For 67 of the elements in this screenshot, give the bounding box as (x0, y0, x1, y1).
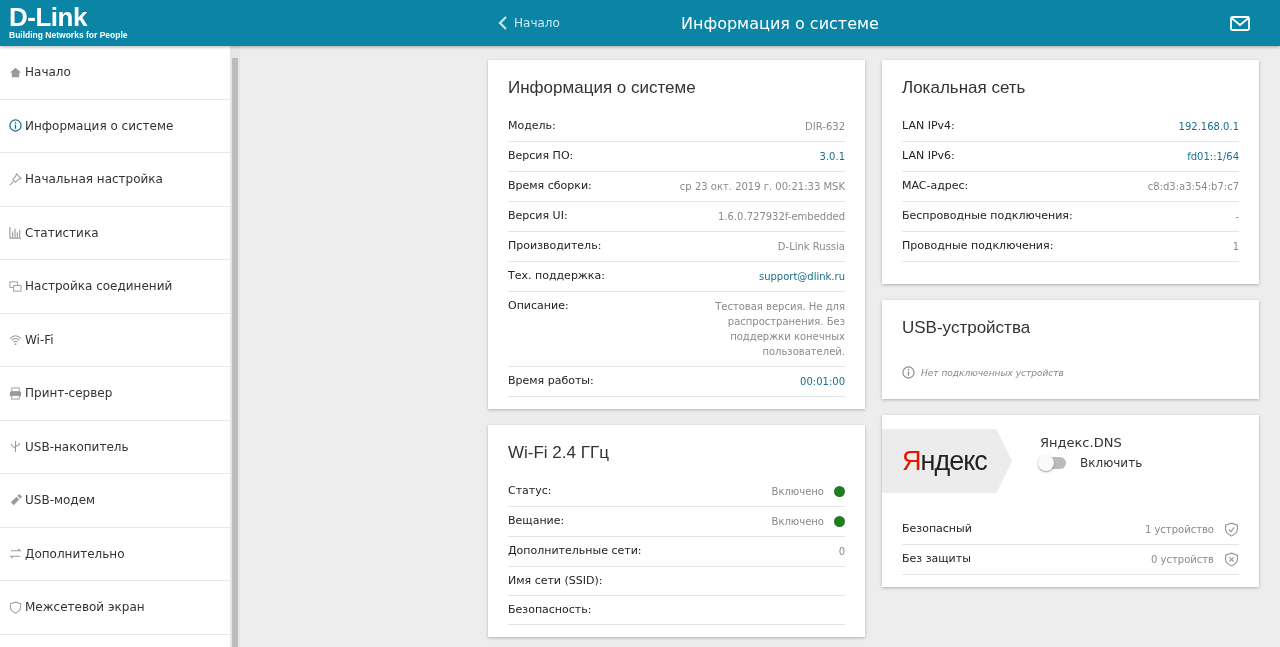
value-link[interactable]: 3.0.1 (819, 149, 845, 164)
pin-icon (9, 172, 22, 186)
value-link[interactable]: support@dlink.ru (758, 269, 845, 284)
field-label: Проводные подключения: (902, 239, 1054, 252)
field-label: Статус: (508, 484, 552, 497)
shield-cross-icon (1224, 552, 1239, 567)
field-label: Версия UI: (508, 209, 568, 222)
service-name: Яндекс.DNS (1040, 435, 1123, 450)
chevron-left-icon (498, 15, 508, 31)
value-link[interactable]: 192.168.0.1 (1178, 119, 1239, 134)
field-value: - (1235, 210, 1239, 224)
value-link[interactable]: 00:01:00 (800, 374, 845, 389)
bar-chart-icon (9, 226, 22, 240)
field-label: Время работы: (508, 374, 594, 387)
home-icon (9, 65, 22, 79)
toggle-switch[interactable] (1040, 457, 1066, 469)
usb-stick-icon (9, 493, 22, 507)
field-label: Дополнительные сети: (508, 544, 642, 557)
field-label: Без защиты (902, 552, 971, 565)
value-link[interactable]: fd01::1/64 (1187, 149, 1239, 164)
shield-check-icon (1224, 522, 1239, 537)
page-title: Информация о системе (680, 13, 879, 33)
field-label: Тех. поддержка: (508, 269, 605, 282)
field-label: Производитель: (508, 239, 602, 252)
card-title: USB-устройства (902, 318, 1032, 338)
field-label: Беспроводные подключения: (902, 209, 1073, 222)
field-value: c8:d3:a3:54:b7:c7 (1147, 180, 1239, 194)
field-value: 0 (838, 545, 845, 559)
info-icon (9, 119, 22, 133)
printer-icon (9, 386, 22, 400)
field-value: ср 23 окт. 2019 г. 00:21:33 MSK (679, 180, 845, 194)
field-label: Вещание: (508, 514, 565, 527)
field-value: 1.6.0.727932f-embedded (718, 210, 845, 224)
field-label: Версия ПО: (508, 149, 574, 162)
yandex-logo: Яндекс (882, 429, 1012, 493)
field-value: 1 устройство (1144, 523, 1214, 537)
scrollbar-thumb[interactable] (232, 58, 238, 647)
logo-tagline: Building Networks for People (9, 30, 128, 40)
field-value: Включено (771, 485, 824, 499)
card-title: Wi-Fi 2.4 ГГц (508, 443, 610, 463)
field-value: DIR-632 (805, 120, 845, 134)
field-label: Модель: (508, 119, 556, 132)
arrows-icon (9, 547, 22, 561)
field-label: Безопасность: (508, 603, 592, 616)
monitors-icon (9, 279, 22, 293)
field-value: 0 устройств (1151, 553, 1214, 567)
card-title: Информация о системе (508, 78, 697, 98)
field-label: LAN IPv4: (902, 119, 955, 132)
wifi-icon (9, 333, 22, 347)
field-value: Включено (771, 515, 824, 529)
brand-logo: D-Link (9, 4, 87, 30)
shield-icon (9, 600, 22, 614)
field-value: Тестовая версия. Не для распространения. Без поддержки конечных пользователей. (714, 300, 845, 359)
toggle-label: Включить (1080, 456, 1143, 470)
mail-icon[interactable] (1230, 15, 1250, 31)
usb-icon (9, 440, 22, 454)
field-label: MAC-адрес: (902, 179, 969, 192)
field-value: D-Link Russia (777, 240, 845, 254)
info-icon (902, 366, 915, 379)
card-title: Локальная сеть (902, 78, 1027, 98)
field-label: Имя сети (SSID): (508, 574, 603, 587)
field-label: Время сборки: (508, 179, 592, 192)
field-label: Описание: (508, 299, 569, 312)
field-label: LAN IPv6: (902, 149, 955, 162)
field-label: Безопасный (902, 522, 972, 535)
field-value: 1 (1232, 240, 1239, 254)
empty-message: Нет подключенных устройств (921, 367, 1064, 378)
